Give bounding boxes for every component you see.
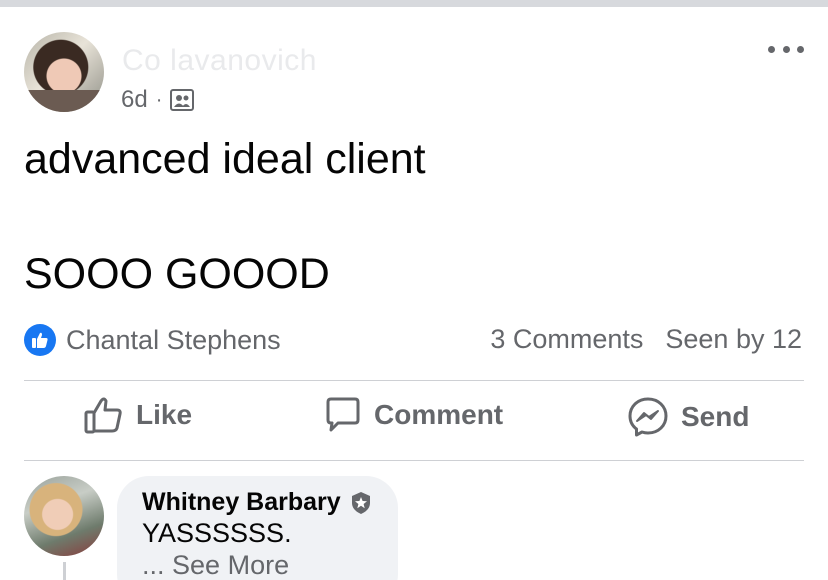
- more-options-icon[interactable]: [768, 38, 804, 60]
- divider-bottom: [24, 460, 804, 461]
- like-reaction-icon: [24, 324, 56, 356]
- commenter-name[interactable]: Whitney Barbary: [142, 488, 341, 517]
- send-label: Send: [681, 401, 750, 432]
- meta-separator: ·: [155, 88, 163, 111]
- post-text-line-2: SOOO GOOOD: [24, 250, 330, 298]
- reaction-summary[interactable]: Chantal Stephens: [24, 324, 281, 356]
- send-button[interactable]: Send: [627, 396, 749, 438]
- post-text-line-1: advanced ideal client: [24, 135, 426, 183]
- messenger-icon: [628, 397, 668, 437]
- group-privacy-icon: [170, 89, 195, 111]
- see-more-ellipsis: ...: [142, 550, 165, 580]
- admin-badge-icon: [349, 491, 373, 515]
- post-timestamp[interactable]: 6d: [121, 86, 148, 114]
- post-author-avatar[interactable]: [24, 32, 104, 112]
- seen-by-link[interactable]: Seen by 12: [665, 324, 802, 355]
- comment-see-more-row: ... See More: [142, 550, 289, 580]
- post-meta: 6d ·: [121, 86, 195, 114]
- comment-text: YASSSSSS.: [142, 518, 292, 548]
- comment-bubble-icon: [326, 397, 360, 432]
- reactor-name: Chantal Stephens: [66, 324, 281, 355]
- comment-button[interactable]: Comment: [324, 396, 503, 434]
- comment-label: Comment: [374, 399, 504, 430]
- top-divider-strip: [0, 0, 828, 7]
- thumbs-up-icon: [84, 397, 122, 434]
- post-stats: 3 Comments Seen by 12: [490, 324, 802, 355]
- comments-count-link[interactable]: 3 Comments: [490, 324, 643, 355]
- post-author-name[interactable]: Co lavanovich: [122, 44, 317, 78]
- thread-line: [63, 562, 66, 580]
- like-label: Like: [136, 399, 193, 430]
- see-more-link[interactable]: See More: [172, 550, 289, 580]
- like-button[interactable]: Like: [84, 396, 192, 434]
- commenter-name-row: Whitney Barbary: [142, 488, 373, 517]
- commenter-avatar[interactable]: [24, 476, 104, 556]
- divider-top: [24, 380, 804, 381]
- group-post-view: Co lavanovich 6d · advanced ideal client…: [0, 0, 828, 580]
